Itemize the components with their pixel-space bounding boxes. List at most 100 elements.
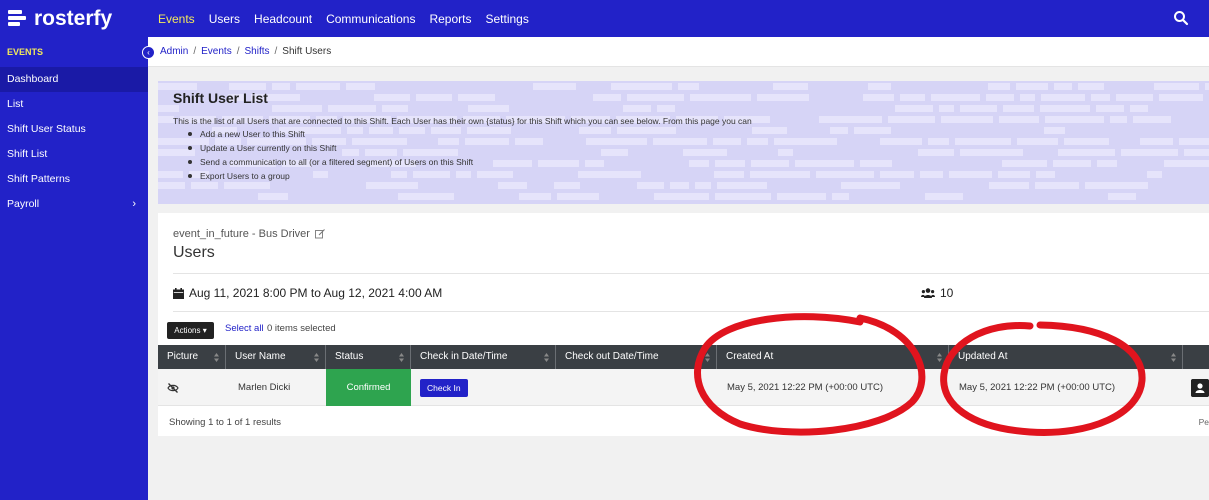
pattern-block	[158, 105, 179, 112]
sidebar-item-payroll[interactable]: Payroll ›	[0, 192, 148, 217]
calendar-icon	[173, 287, 184, 299]
pattern-block	[158, 116, 174, 123]
pattern-block	[715, 160, 745, 167]
pattern-block	[1097, 160, 1117, 167]
sort-icon	[705, 353, 710, 362]
column-label: Picture	[167, 351, 199, 362]
rosterfy-logo[interactable]: rosterfy	[0, 0, 148, 37]
search-icon[interactable]	[1173, 10, 1189, 26]
shift-date-range: Aug 11, 2021 8:00 PM to Aug 12, 2021 4:0…	[173, 286, 442, 300]
actions-dropdown-button[interactable]: Actions ▾	[167, 322, 214, 339]
pattern-block	[627, 94, 684, 101]
nav-settings[interactable]: Settings	[485, 12, 528, 26]
breadcrumb-separator: /	[193, 46, 197, 57]
pattern-block	[1130, 105, 1148, 112]
sort-icon	[544, 353, 549, 362]
pattern-block	[468, 105, 509, 112]
column-header-user-name[interactable]: User Name	[226, 345, 326, 369]
breadcrumb-admin[interactable]: Admin	[160, 46, 188, 57]
column-header-created-at[interactable]: Created At	[717, 345, 949, 369]
check-in-cell: Check In	[411, 369, 556, 406]
pattern-block	[1017, 138, 1058, 145]
pattern-block	[713, 138, 741, 145]
per-page-select[interactable]: Pe	[1199, 417, 1209, 427]
pattern-block	[868, 83, 891, 90]
user-count: 10	[921, 286, 953, 300]
pattern-block	[841, 182, 900, 189]
pattern-block	[795, 160, 854, 167]
pattern-block	[611, 83, 672, 90]
pattern-block	[1041, 94, 1085, 101]
user-profile-icon[interactable]	[1191, 379, 1209, 397]
pattern-block	[695, 182, 711, 189]
pattern-block	[747, 138, 768, 145]
pattern-block	[1040, 105, 1090, 112]
pattern-block	[1108, 193, 1136, 200]
pattern-block	[678, 83, 699, 90]
table-row[interactable]: Marlen Dicki Confirmed Check In May 5, 2…	[158, 369, 1209, 406]
pattern-block	[757, 94, 809, 101]
pagination-summary: Showing 1 to 1 of 1 results	[169, 417, 281, 428]
column-header-status[interactable]: Status	[326, 345, 411, 369]
pattern-block	[830, 127, 848, 134]
breadcrumb-bar: ‹ Admin / Events / Shifts / Shift Users	[142, 37, 1209, 67]
pattern-block	[637, 182, 664, 189]
table-header: Picture User Name Status Check in Date/T…	[158, 345, 1209, 369]
column-header-check-in[interactable]: Check in Date/Time	[411, 345, 556, 369]
pattern-block	[1179, 138, 1209, 145]
sidebar-item-label: Payroll	[7, 198, 40, 210]
pattern-block	[519, 193, 551, 200]
pattern-block	[1044, 127, 1065, 134]
pattern-block	[493, 160, 532, 167]
created-at-cell: May 5, 2021 12:22 PM (+00:00 UTC)	[727, 382, 884, 393]
info-bullet: Update a User currently on this Shift	[188, 141, 473, 155]
nav-headcount[interactable]: Headcount	[254, 12, 312, 26]
nav-communications[interactable]: Communications	[326, 12, 415, 26]
pattern-block	[1053, 160, 1091, 167]
pattern-block	[863, 94, 894, 101]
pattern-block	[1133, 116, 1171, 123]
edit-icon[interactable]	[315, 229, 325, 239]
pattern-block	[777, 193, 826, 200]
check-in-button[interactable]: Check In	[420, 378, 468, 397]
sidebar-item-shift-patterns[interactable]: Shift Patterns	[0, 167, 148, 192]
info-bullet: Send a communication to all (or a filter…	[188, 155, 473, 169]
pattern-block	[955, 138, 1011, 145]
sidebar-item-shift-list[interactable]: Shift List	[0, 142, 148, 167]
sidebar-item-shift-user-status[interactable]: Shift User Status	[0, 117, 148, 142]
pattern-block	[328, 105, 376, 112]
pattern-block	[1058, 149, 1115, 156]
pattern-block	[895, 105, 933, 112]
user-name-cell[interactable]: Marlen Dicki	[226, 369, 326, 406]
nav-reports[interactable]: Reports	[429, 12, 471, 26]
pattern-block	[832, 193, 849, 200]
select-all-link[interactable]: Select all	[225, 323, 264, 334]
pattern-block	[1078, 83, 1104, 90]
chevron-right-icon: ›	[132, 198, 136, 210]
breadcrumb-events[interactable]: Events	[201, 46, 232, 57]
pattern-block	[554, 182, 580, 189]
pattern-block	[683, 149, 727, 156]
sidebar-collapse-icon[interactable]: ‹	[142, 46, 155, 59]
column-header-picture[interactable]: Picture	[158, 345, 226, 369]
nav-events[interactable]: Events	[158, 12, 195, 26]
pattern-block	[778, 149, 793, 156]
pattern-block	[374, 94, 410, 101]
picture-cell	[158, 369, 226, 406]
status-badge: Confirmed	[326, 369, 411, 406]
pattern-block	[1036, 171, 1055, 178]
pattern-block	[467, 127, 511, 134]
pattern-block	[689, 160, 709, 167]
logo-mark-icon	[8, 8, 28, 30]
nav-users[interactable]: Users	[209, 12, 240, 26]
breadcrumb-shifts[interactable]: Shifts	[245, 46, 270, 57]
pattern-block	[617, 127, 676, 134]
sidebar-item-dashboard[interactable]: Dashboard	[0, 67, 148, 92]
column-header-check-out[interactable]: Check out Date/Time	[556, 345, 717, 369]
pattern-block	[533, 83, 576, 90]
column-header-updated-at[interactable]: Updated At	[949, 345, 1183, 369]
actions-label: Actions	[174, 326, 201, 335]
sidebar-item-list[interactable]: List	[0, 92, 148, 117]
pattern-block	[1064, 138, 1109, 145]
pattern-block	[1096, 105, 1124, 112]
